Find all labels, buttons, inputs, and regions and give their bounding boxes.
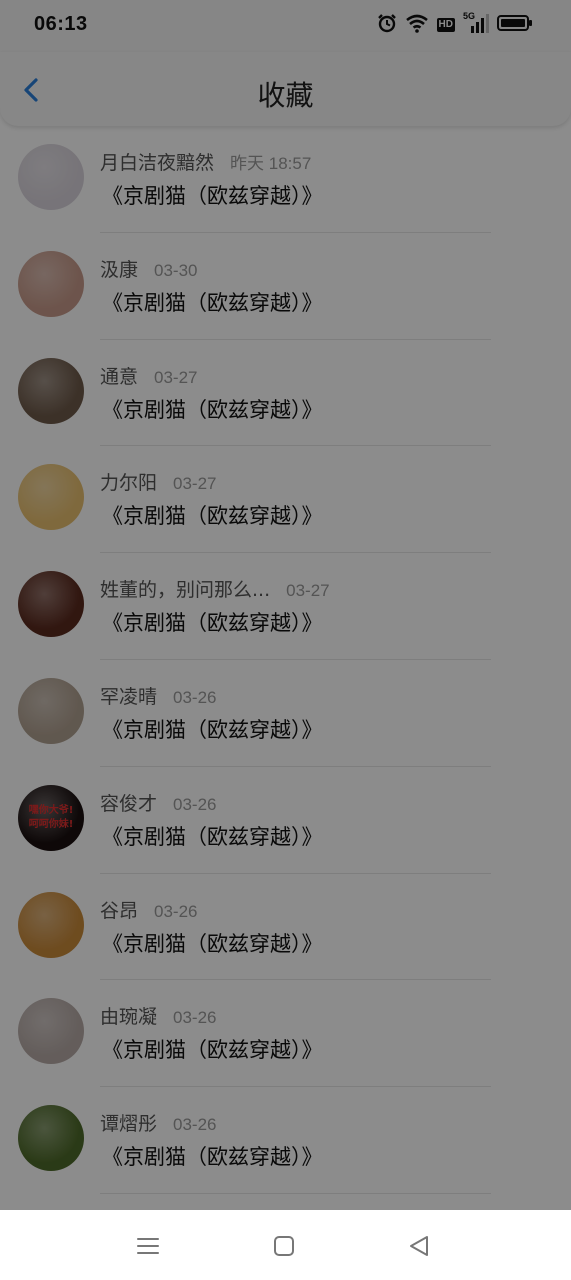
avatar[interactable] — [18, 677, 84, 744]
menu-icon — [137, 1238, 159, 1254]
list-item[interactable]: 汲康 03-30 《京剧猫（欧兹穿越）》 — [0, 233, 571, 340]
user-name: 谷昂 — [100, 899, 139, 922]
header: 收藏 — [0, 52, 571, 126]
item-date: 03-26 — [173, 794, 217, 814]
item-date: 03-26 — [173, 687, 217, 707]
avatar-caption: 嘿你大爷! — [28, 804, 74, 816]
signal-icon: 5G — [463, 11, 489, 37]
item-date: 03-27 — [154, 367, 198, 387]
user-name: 容俊才 — [100, 792, 158, 815]
user-name: 汲康 — [100, 258, 139, 281]
favorites-list: 月白洁夜黯然 昨天 18:57 《京剧猫（欧兹穿越）》 汲康 03-30 《京剧猫（欧兹穿… — [0, 126, 571, 1194]
home-square-icon — [274, 1236, 294, 1256]
user-name: 力尔阳 — [100, 472, 158, 495]
item-date: 03-30 — [154, 260, 198, 280]
user-name: 月白洁夜黯然 — [100, 152, 215, 174]
network-label: 5G — [463, 11, 476, 21]
list-item[interactable]: 力尔阳 03-27 《京剧猫（欧兹穿越）》 — [0, 446, 571, 554]
list-item[interactable]: 姓董的，别问那么... 03-27 《京剧猫（欧兹穿越）》 — [0, 553, 571, 660]
page-title: 收藏 — [257, 79, 314, 112]
divider — [100, 1192, 491, 1194]
item-title: 《京剧猫（欧兹穿越）》 — [102, 931, 323, 956]
user-name: 由琬凝 — [100, 1006, 158, 1029]
item-date: 昨天 18:57 — [230, 154, 312, 173]
item-date: 03-26 — [173, 1008, 217, 1028]
avatar[interactable] — [18, 1105, 84, 1172]
item-meta: 汲康 03-30 — [100, 255, 198, 282]
user-name: 谭熠彤 — [100, 1113, 158, 1136]
item-meta: 姓董的，别问那么... 03-27 — [100, 575, 330, 602]
item-meta: 由琬凝 03-26 — [100, 1002, 217, 1029]
user-name: 通意 — [100, 365, 139, 388]
item-date: 03-26 — [173, 1115, 217, 1135]
item-meta: 容俊才 03-26 — [100, 789, 217, 816]
user-name: 姓董的，别问那么... — [100, 579, 271, 602]
avatar[interactable] — [18, 464, 84, 531]
item-title: 《京剧猫（欧兹穿越）》 — [102, 717, 323, 742]
avatar[interactable] — [18, 891, 84, 958]
list-item[interactable]: 月白洁夜黯然 昨天 18:57 《京剧猫（欧兹穿越）》 — [0, 126, 571, 233]
avatar-caption: 呵呵你妹! — [28, 818, 74, 830]
avatar[interactable] — [18, 250, 84, 317]
avatar[interactable] — [18, 571, 84, 638]
item-title: 《京剧猫（欧兹穿越）》 — [102, 611, 323, 636]
home-button[interactable] — [270, 1232, 298, 1260]
wifi-icon — [405, 13, 429, 37]
system-back-button[interactable] — [405, 1232, 433, 1260]
navigation-bar — [0, 1210, 571, 1280]
list-item[interactable]: 嘿你大爷! 呵呵你妹! 容俊才 03-26 《京剧猫（欧兹穿越）》 — [0, 767, 571, 874]
item-meta: 谭熠彤 03-26 — [100, 1109, 217, 1136]
item-title: 《京剧猫（欧兹穿越）》 — [102, 824, 323, 849]
battery-icon — [497, 14, 533, 36]
item-meta: 罕凌晴 03-26 — [100, 682, 217, 709]
avatar[interactable] — [18, 998, 84, 1065]
list-item[interactable]: 罕凌晴 03-26 《京剧猫（欧兹穿越）》 — [0, 660, 571, 767]
item-title: 《京剧猫（欧兹穿越）》 — [102, 184, 323, 208]
item-title: 《京剧猫（欧兹穿越）》 — [102, 1145, 323, 1170]
avatar[interactable]: 嘿你大爷! 呵呵你妹! — [18, 784, 84, 851]
hd-badge: HD — [436, 18, 455, 32]
screen: 06:13 HD 5G 收藏 月白洁夜黯然 昨天 18:57 《京剧猫（欧兹穿越）》… — [0, 0, 571, 1210]
status-icons: HD 5G — [377, 11, 533, 37]
item-meta: 通意 03-27 — [100, 362, 198, 389]
item-meta: 谷昂 03-26 — [100, 896, 198, 923]
status-time: 06:13 — [34, 13, 88, 35]
item-title: 《京剧猫（欧兹穿越）》 — [102, 1038, 323, 1063]
alarm-icon — [377, 13, 397, 37]
item-title: 《京剧猫（欧兹穿越）》 — [102, 290, 323, 315]
item-meta: 月白洁夜黯然 昨天 18:57 — [100, 148, 311, 175]
item-date: 03-27 — [173, 474, 217, 494]
item-title: 《京剧猫（欧兹穿越）》 — [102, 504, 323, 529]
list-item[interactable]: 通意 03-27 《京剧猫（欧兹穿越）》 — [0, 340, 571, 447]
menu-button[interactable] — [134, 1232, 162, 1260]
back-triangle-icon — [410, 1236, 428, 1256]
item-meta: 力尔阳 03-27 — [100, 468, 217, 495]
list-item[interactable]: 谷昂 03-26 《京剧猫（欧兹穿越）》 — [0, 874, 571, 981]
item-date: 03-27 — [286, 581, 330, 601]
status-bar: 06:13 HD 5G — [0, 0, 571, 52]
item-date: 03-26 — [154, 901, 198, 921]
list-item[interactable]: 由琬凝 03-26 《京剧猫（欧兹穿越）》 — [0, 980, 571, 1088]
avatar[interactable] — [18, 144, 84, 210]
avatar[interactable] — [18, 357, 84, 424]
list-item[interactable]: 谭熠彤 03-26 《京剧猫（欧兹穿越）》 — [0, 1087, 571, 1194]
item-title: 《京剧猫（欧兹穿越）》 — [102, 397, 323, 422]
user-name: 罕凌晴 — [100, 685, 158, 708]
